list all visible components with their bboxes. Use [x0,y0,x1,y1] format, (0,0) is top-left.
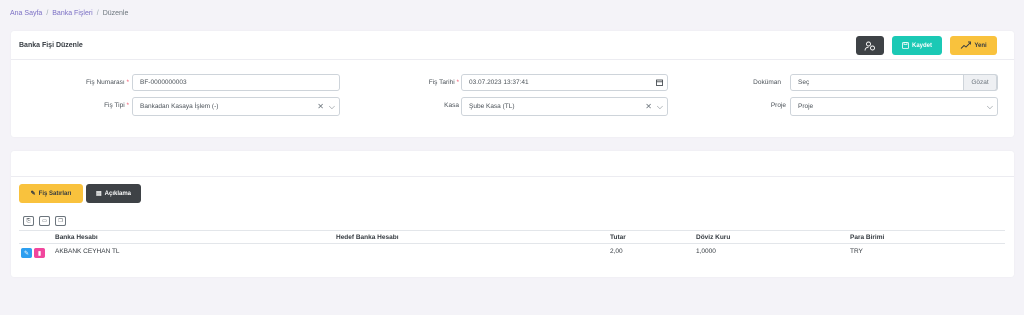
table-row: ✎ ▮ AKBANK CEYHAN TL 2,00 1,0000 TRY [19,244,1005,260]
chevron-down-icon[interactable]: ⌵ [329,102,335,112]
fis-tipi-value: Bankadan Kasaya İşlem (-) [140,103,219,110]
fis-tipi-label: Fiş Tipi * [104,102,129,109]
required-mark: * [126,102,129,109]
new-document-icon [961,41,972,49]
table-cell: AKBANK CEYHAN TL [55,248,120,255]
user-settings-button[interactable] [856,36,884,55]
breadcrumb-separator: / [46,10,49,17]
tab-aciklama-label: Açıklama [104,190,132,197]
kasa-value: Şube Kasa (TL) [469,103,515,110]
lines-card-header [11,151,1014,177]
proje-select[interactable]: Proje ⌵ [790,97,998,116]
export-button[interactable]: ⎘ [23,216,34,226]
fis-tipi-select[interactable]: Bankadan Kasaya İşlem (-) ✕ ⌵ [132,97,340,116]
delete-row-button[interactable]: ▮ [34,248,45,258]
clear-icon[interactable]: ✕ [317,102,324,111]
save-button-label: Kaydet [911,42,932,49]
tab-fis-satirlari[interactable]: ✎ Fiş Satırları [19,184,83,203]
fis-no-label: Fiş Numarası * [86,79,129,86]
edit-row-button[interactable]: ✎ [21,248,32,258]
fis-tarihi-label: Fiş Tarihi * [428,79,459,86]
edit-icon: ✎ [23,250,30,257]
dokuman-label: Doküman [753,79,781,86]
lines-card: ✎ Fiş Satırları ▤ Açıklama ⎘ ▭ ❐ Banka H… [11,151,1014,277]
browse-button[interactable]: Gözat [963,74,997,91]
page-title: Banka Fişi Düzenle [19,41,83,49]
column-header: Döviz Kuru [696,234,731,241]
fis-no-input[interactable]: BF-0000000003 [132,74,340,91]
table-cell: 1,0000 [696,248,716,255]
lines-table: Banka Hesabı Hedef Banka Hesabı Tutar Dö… [19,230,1005,260]
required-mark: * [126,79,129,86]
dokuman-file-input[interactable]: Seç Gözat [790,74,998,91]
kasa-label: Kasa [444,102,459,109]
new-button-label: Yeni [974,42,987,49]
chevron-down-icon[interactable]: ⌵ [657,102,663,112]
trash-icon: ▮ [37,250,42,257]
pencil-icon: ✎ [30,191,36,197]
new-button[interactable]: Yeni [950,36,997,55]
table-header: Banka Hesabı Hedef Banka Hesabı Tutar Dö… [19,230,1005,244]
chevron-down-icon[interactable]: ⌵ [987,102,993,112]
clipboard-icon: ▤ [95,191,102,197]
browse-label: Gözat [971,79,989,86]
breadcrumb-separator: / [96,10,99,17]
kasa-select[interactable]: Şube Kasa (TL) ✕ ⌵ [461,97,668,116]
save-button[interactable]: Kaydet [892,36,942,55]
dokuman-value: Seç [798,79,810,86]
proje-value: Proje [798,103,814,110]
export-icon: ⎘ [26,218,31,224]
tab-fis-satirlari-label: Fiş Satırları [38,190,72,197]
print-icon: ▭ [42,218,47,224]
copy-icon: ❐ [58,218,63,224]
copy-button[interactable]: ❐ [55,216,66,226]
fis-tarihi-input[interactable]: 03.07.2023 13:37:41 [461,74,668,91]
proje-label: Proje [770,102,786,109]
form-card-header: Banka Fişi Düzenle Kaydet Yeni [11,31,1014,60]
form-card: Banka Fişi Düzenle Kaydet Yeni Fiş Numar… [11,31,1014,137]
user-gear-icon [864,41,875,51]
column-header: Banka Hesabı [55,234,98,241]
required-mark: * [456,79,459,86]
breadcrumb-current: Düzenle [102,10,129,17]
save-icon [902,42,909,49]
print-button[interactable]: ▭ [39,216,50,226]
column-header: Para Birimi [850,234,885,241]
breadcrumb: Ana Sayfa / Banka Fişleri / Düzenle [10,10,128,17]
column-header: Hedef Banka Hesabı [336,234,399,241]
breadcrumb-bank-slips[interactable]: Banka Fişleri [52,10,92,17]
tab-aciklama[interactable]: ▤ Açıklama [86,184,141,203]
fis-tarihi-value: 03.07.2023 13:37:41 [469,79,529,86]
calendar-icon[interactable] [656,79,663,86]
fis-no-value: BF-0000000003 [140,79,187,86]
clear-icon[interactable]: ✕ [645,102,652,111]
column-header: Tutar [610,234,626,241]
table-cell: TRY [850,248,863,255]
table-cell: 2,00 [610,248,623,255]
breadcrumb-home[interactable]: Ana Sayfa [10,10,42,17]
